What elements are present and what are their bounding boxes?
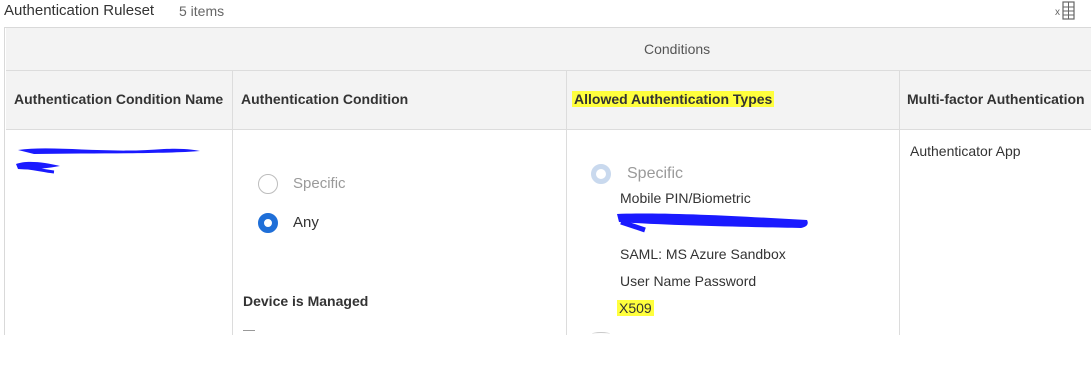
column-divider bbox=[566, 71, 567, 335]
group-header-row bbox=[6, 28, 1091, 71]
excel-export-icon[interactable]: x bbox=[1054, 0, 1076, 22]
allowed-type-item: SAML: MS Azure Sandbox bbox=[620, 246, 786, 262]
mfa-value: Authenticator App bbox=[910, 143, 1021, 159]
column-divider bbox=[232, 71, 233, 335]
column-header-condition-name[interactable]: Authentication Condition Name bbox=[14, 91, 223, 107]
redacted-allowed-type bbox=[615, 208, 815, 234]
highlighted-header-text: Allowed Authentication Types bbox=[572, 91, 775, 107]
clipped-text-fragment bbox=[243, 330, 255, 336]
clipped-radio-fragment bbox=[592, 332, 610, 336]
column-header-condition[interactable]: Authentication Condition bbox=[241, 91, 408, 107]
allowed-type-item: Mobile PIN/Biometric bbox=[620, 190, 751, 206]
page-title: Authentication Ruleset bbox=[4, 2, 155, 19]
svg-text:x: x bbox=[1055, 7, 1060, 18]
allowed-type-item-highlighted: X509 bbox=[617, 300, 654, 316]
group-header-conditions: Conditions bbox=[644, 41, 711, 57]
radio-allowed-specific[interactable] bbox=[591, 164, 611, 184]
column-header-mfa[interactable]: Multi-factor Authentication bbox=[907, 91, 1085, 107]
device-managed-label: Device is Managed bbox=[243, 293, 369, 309]
item-count: 5 items bbox=[179, 3, 225, 19]
allowed-specific-label: Specific bbox=[627, 165, 684, 182]
radio-any-label: Any bbox=[293, 214, 319, 231]
highlight-mark: X509 bbox=[617, 300, 654, 316]
radio-any[interactable] bbox=[258, 213, 278, 233]
allowed-type-item: User Name Password bbox=[620, 273, 757, 289]
radio-specific[interactable] bbox=[258, 174, 278, 194]
column-divider bbox=[899, 71, 900, 335]
column-header-allowed-types[interactable]: Allowed Authentication Types bbox=[572, 91, 775, 107]
redacted-condition-name bbox=[14, 142, 204, 174]
radio-specific-label: Specific bbox=[293, 175, 346, 192]
